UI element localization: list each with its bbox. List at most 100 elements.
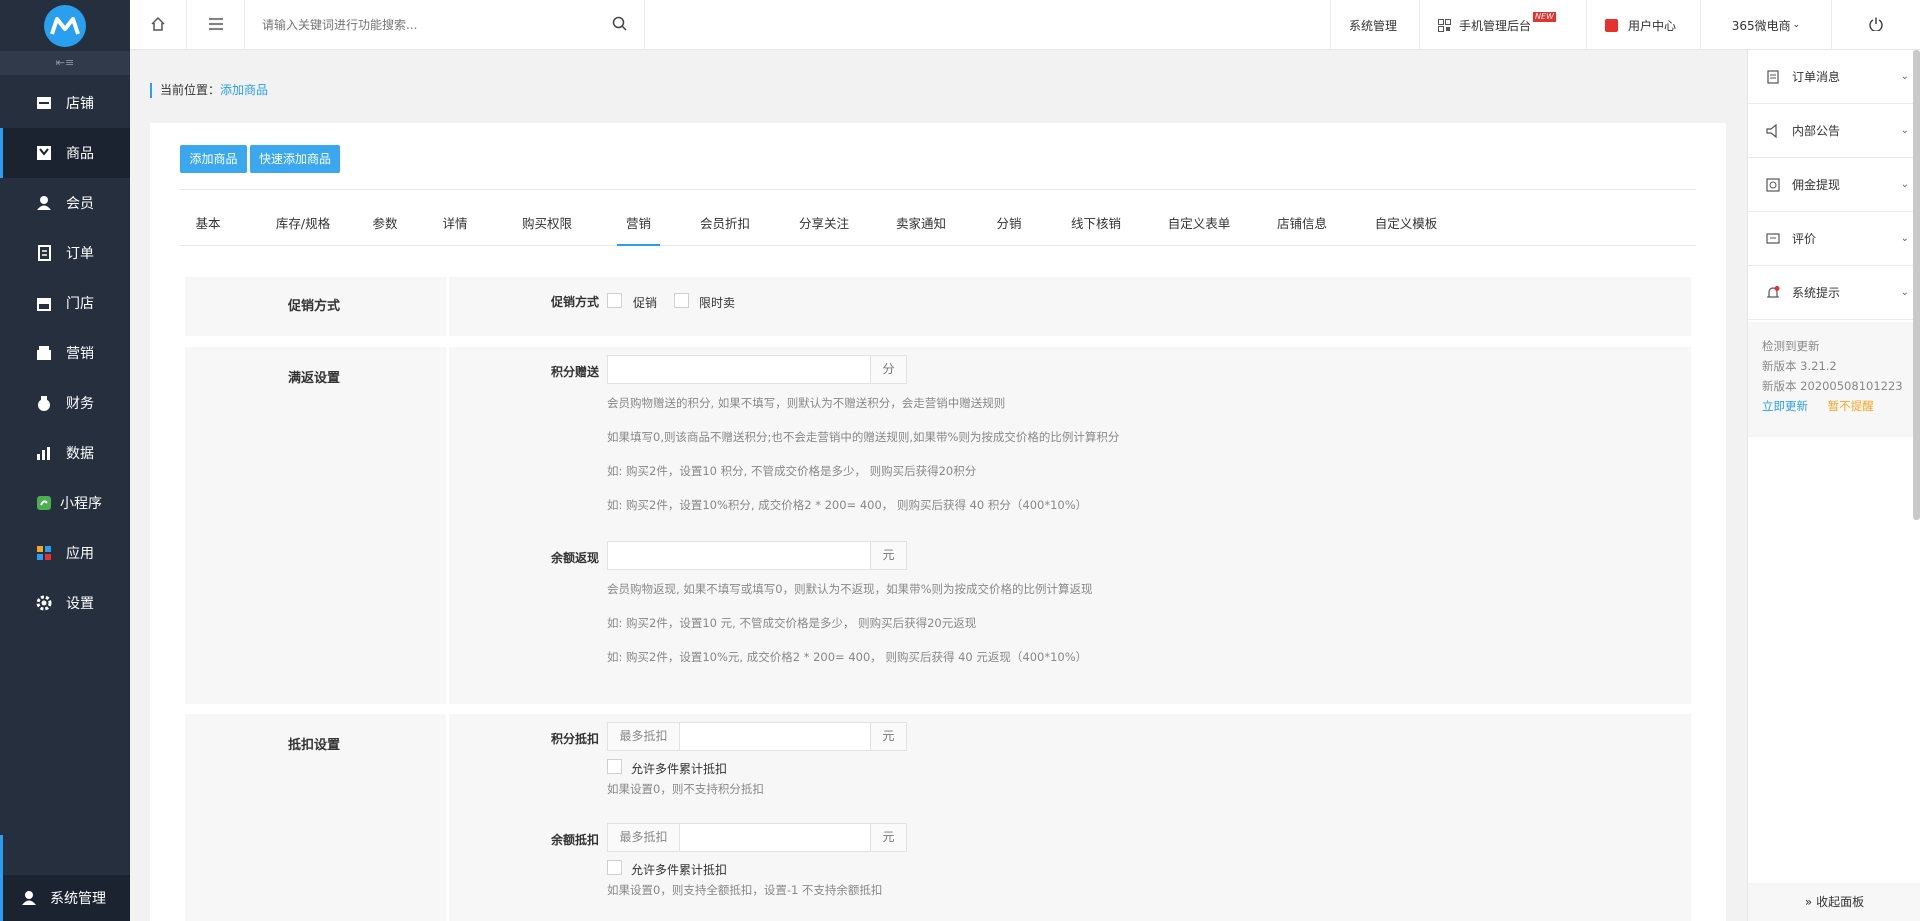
rp-comment[interactable]: 评价 ⌄ [1748,212,1920,266]
tab-distribution[interactable]: 分销 [989,213,1029,246]
sidebar-item-label: 财务 [66,396,94,412]
account-dropdown[interactable]: 365微电商 ⌄ [1700,0,1831,50]
tab-marketing[interactable]: 营销 [617,213,660,246]
sidebar-item-label: 店铺 [66,96,94,112]
sidebar-item-shop[interactable]: 门店 [0,278,130,328]
sidebar-item-label: 小程序 [60,496,102,512]
tab-offline-verify[interactable]: 线下核销 [1066,213,1126,246]
search-input[interactable] [245,0,625,50]
sidebar-item-order[interactable]: 订单 [0,228,130,278]
update-box: 检测到更新 新版本 3.21.2 新版本 20200508101223 立即更新… [1748,322,1920,437]
points-hint-3: 如: 购买2件，设置10 积分, 不管成交价格是多少， 则购买后获得20积分 [607,464,977,478]
flash-sale-checkbox[interactable] [674,293,689,308]
comment-icon [1766,232,1780,246]
chevron-down-icon: ⌄ [1900,71,1909,82]
miniprogram-icon [36,495,52,511]
logout-button[interactable] [1831,0,1920,50]
balance-deduct-prefix: 最多抵扣 [608,824,680,851]
balance-deduct-label: 余额抵扣 [550,833,599,847]
commission-icon [1766,177,1780,192]
quick-add-goods-button[interactable]: 快速添加商品 [250,145,340,173]
tab-custom-template[interactable]: 自定义模板 [1370,213,1442,246]
mobile-admin-link[interactable]: 手机管理后台 NEW [1419,0,1586,50]
points-deduct-input-group: 最多抵扣 元 [607,722,907,751]
promo-checkbox-label: 促销 [633,296,658,310]
deduct-section-body: 积分抵扣 最多抵扣 元 允许多件累计抵扣 如果设置0，则不支持积分抵扣 余额抵扣… [446,714,1691,921]
tab-custom-form[interactable]: 自定义表单 [1163,213,1235,246]
menu-toggle-button[interactable] [187,0,245,50]
sidebar-item-data[interactable]: 数据 [0,428,130,478]
tab-params[interactable]: 参数 [365,213,405,246]
balance-multi-checkbox[interactable] [607,860,622,875]
rp-order-message[interactable]: 订单消息 ⌄ [1748,50,1920,104]
rebate-section-body: 积分赠送 分 会员购物赠送的积分, 如果不填写，则默认为不赠送积分，会走营销中赠… [446,347,1691,704]
tab-member-discount[interactable]: 会员折扣 [695,213,755,246]
sidebar-item-apps[interactable]: 应用 [0,528,130,578]
points-gift-input[interactable] [608,356,870,383]
points-multi-checkbox[interactable] [607,759,622,774]
rp-commission[interactable]: 佣金提现 ⌄ [1748,158,1920,212]
announcement-icon [1766,123,1780,138]
page-scrollbar[interactable] [1913,50,1920,520]
sidebar-item-member[interactable]: 会员 [0,178,130,228]
tab-seller-notify[interactable]: 卖家通知 [891,213,951,246]
deduct-section-title: 抵扣设置 [287,738,340,753]
points-deduct-prefix: 最多抵扣 [608,723,680,750]
tab-purchase-permission[interactable]: 购买权限 [517,213,577,246]
rp-announcement[interactable]: 内部公告 ⌄ [1748,104,1920,158]
rp-item-label: 系统提示 [1792,286,1841,300]
points-hint-4: 如: 购买2件，设置10%积分, 成交价格2 * 200= 400， 则购买后获… [607,498,1088,512]
tab-share-follow[interactable]: 分享关注 [794,213,854,246]
topbar: 系统管理 手机管理后台 NEW 用户中心 365微电商 ⌄ [130,0,1920,50]
points-hint-1: 会员购物赠送的积分, 如果不填写，则默认为不赠送积分，会走营销中赠送规则 [607,396,1006,410]
chevron-down-icon: ⌄ [1900,125,1909,136]
mobile-admin-label: 手机管理后台 [1459,18,1532,33]
sidebar-item-store[interactable]: 店铺 [0,78,130,128]
sidebar-collapse-toggle[interactable]: ⇤≡ [0,51,130,75]
settings-icon [36,595,52,611]
points-deduct-input[interactable] [680,723,870,750]
home-icon [150,16,166,35]
system-manage-link[interactable]: 系统管理 [1330,0,1419,50]
home-button[interactable] [130,0,187,50]
rp-item-label: 评价 [1792,232,1817,246]
logo[interactable] [0,0,130,51]
promo-field-label: 促销方式 [550,295,599,309]
cash-back-label: 余额返现 [550,551,599,565]
breadcrumb-prefix: 当前位置： [160,83,221,97]
store-icon [36,95,52,111]
tab-basic[interactable]: 基本 [180,213,236,246]
sidebar-item-label: 数据 [66,446,94,462]
balance-deduct-hint: 如果设置0，则支持全额抵扣，设置-1 不支持余额抵扣 [607,883,883,897]
tab-shop-info[interactable]: 店铺信息 [1272,213,1332,246]
sidebar-item-settings[interactable]: 设置 [0,578,130,628]
rp-system-notice[interactable]: 系统提示 ⌄ [1748,266,1920,320]
update-later-link[interactable]: 暂不提醒 [1828,399,1874,413]
sidebar-system-manage[interactable]: 系统管理 [0,835,130,921]
balance-deduct-input[interactable] [680,824,870,851]
sidebar-item-miniprogram[interactable]: 小程序 [0,478,130,528]
sidebar-item-marketing[interactable]: 营销 [0,328,130,378]
shop-icon [36,295,52,311]
search-button[interactable] [595,0,645,50]
breadcrumb-current[interactable]: 添加商品 [220,83,268,97]
bag-icon [1605,18,1618,32]
sidebar-item-goods[interactable]: 商品 [0,128,130,178]
tab-bar: 基本 库存/规格 参数 详情 购买权限 营销 会员折扣 分享关注 卖家通知 分销… [180,213,1696,246]
user-center-link[interactable]: 用户中心 [1586,0,1700,50]
add-goods-button[interactable]: 添加商品 [180,145,247,173]
sidebar-item-finance[interactable]: 财务 [0,378,130,428]
points-deduct-suffix: 元 [870,723,906,750]
bell-icon [1766,285,1780,300]
tab-stock-spec[interactable]: 库存/规格 [268,213,338,246]
sidebar-item-label: 会员 [66,196,94,212]
collapse-panel-button[interactable]: » 收起面板 [1748,883,1920,921]
cash-back-input[interactable] [608,542,870,569]
breadcrumb: 当前位置：添加商品 [150,83,268,98]
admin-user-icon [22,890,38,906]
cash-hint-1: 会员购物返现, 如果不填写或填写0，则默认为不返现，如果带%则为按成交价格的比例… [607,582,1093,596]
tab-details[interactable]: 详情 [435,213,475,246]
promo-checkbox[interactable] [607,293,622,308]
update-now-link[interactable]: 立即更新 [1762,399,1808,413]
cash-hint-3: 如: 购买2件，设置10%元, 成交价格2 * 200= 400， 则购买后获得… [607,650,1088,664]
